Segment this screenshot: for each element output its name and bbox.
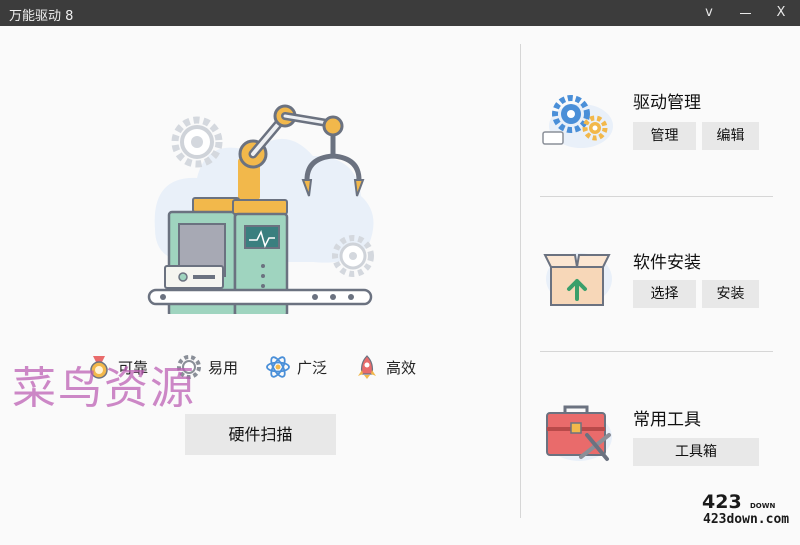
title-bar[interactable]: 万能驱动 8 v X [0,0,800,26]
minimize-button[interactable] [729,0,763,26]
package-box-icon [543,253,612,306]
minimize-icon [740,13,751,14]
toolbox-button[interactable]: 工具箱 [633,438,759,466]
window-title: 万能驱动 8 [9,9,74,24]
driver-gears-icon [542,95,613,148]
tools-section-title: 常用工具 [633,410,701,430]
conveyor-belt [147,288,373,306]
software-section-title: 软件安装 [633,253,701,273]
software-install-button[interactable]: 安装 [702,280,759,308]
driver-edit-button[interactable]: 编辑 [702,122,759,150]
software-select-button[interactable]: 选择 [633,280,696,308]
hardware-scan-button[interactable]: 硬件扫描 [185,414,336,455]
section-divider [540,351,773,352]
main-panel: 可靠 易用 广泛 高效 硬件扫描 驱动管理 管理 编辑 软件安装 选择 安装 常… [0,26,800,545]
close-button[interactable]: X [764,0,798,26]
vertical-divider [520,44,521,518]
menu-button[interactable]: v [692,0,726,26]
driver-section-title: 驱动管理 [633,93,701,113]
rocket-icon [358,355,376,379]
feature-label: 易用 [208,359,239,377]
driver-manage-button[interactable]: 管理 [633,122,696,150]
atom-icon [266,356,290,378]
toolbox-icon [546,405,612,461]
section-divider [540,196,773,197]
site-url-watermark: 423down.com [703,512,790,527]
logo-digits: 423 [702,492,742,510]
logo-word: DOWN [750,502,775,510]
site-logo-watermark: 423 DOWN [702,492,775,510]
machine-illustration [147,104,374,314]
feature-label: 广泛 [297,359,328,377]
feature-label: 高效 [386,359,417,377]
site-watermark: 菜鸟资源 [12,363,196,414]
